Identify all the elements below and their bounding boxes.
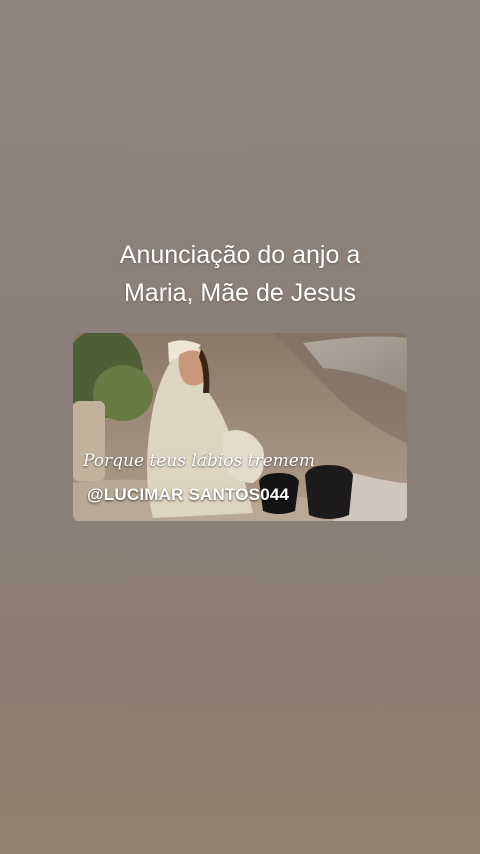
post-title-line-1: Anunciação do anjo a [119, 241, 361, 269]
post-title: Anunciação do anjo a Maria, Mãe de Jesus [0, 236, 480, 312]
video-watermark: @LUCIMAR SANTOS044 [87, 485, 290, 504]
post-title-line-2: Maria, Mãe de Jesus [123, 279, 357, 307]
video-player[interactable]: Porque teus lábios tremem @LUCIMAR SANTO… [73, 333, 407, 521]
video-caption: Porque teus lábios tremem [83, 451, 315, 471]
pot-icon [305, 465, 353, 519]
